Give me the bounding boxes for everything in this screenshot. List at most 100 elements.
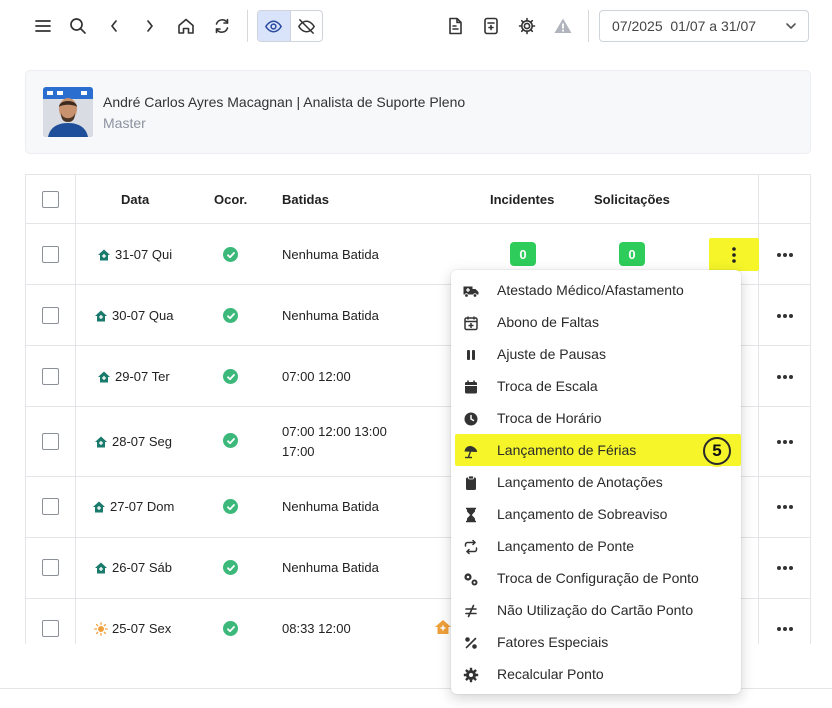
row-date: 31-07 Qui [97,247,172,262]
home-icon [98,249,110,260]
toolbar: 07/2025 01/07 a 31/07 [0,0,832,54]
status-ok-icon [223,247,238,262]
row-checkbox[interactable] [42,559,59,576]
menu-item-atestado[interactable]: Atestado Médico/Afastamento [451,274,741,306]
select-all-checkbox[interactable] [42,191,59,208]
home-icon [93,501,105,512]
home-plus-icon[interactable] [434,619,452,635]
home-icon [98,371,110,382]
percent-icon [463,635,479,651]
gear-icon [463,667,479,683]
header-ocor[interactable]: Ocor. [214,192,247,207]
search-icon[interactable] [64,12,92,40]
menu-item-fatores[interactable]: Fatores Especiais [451,626,741,658]
more-options-icon[interactable] [777,313,793,319]
row-checkbox[interactable] [42,433,59,450]
row-batidas: Nenhuma Batida [282,247,379,262]
header-solicitacoes[interactable]: Solicitações [594,192,670,207]
status-ok-icon [223,499,238,514]
repeat-icon [463,539,479,555]
menu-item-horario[interactable]: Troca de Horário [451,402,741,434]
chevron-right-icon[interactable] [136,12,164,40]
more-options-icon[interactable] [777,439,793,445]
home-icon [95,436,107,447]
status-ok-icon [223,433,238,448]
menu-item-ponte[interactable]: Lançamento de Ponte [451,530,741,562]
ambulance-icon [463,283,479,299]
more-options-icon[interactable] [777,374,793,380]
row-actions-menu: Atestado Médico/Afastamento Abono de Fal… [451,270,741,694]
row-checkbox[interactable] [42,307,59,324]
chevron-left-icon[interactable] [100,12,128,40]
solicitacoes-badge[interactable]: 0 [619,242,645,266]
menu-item-ferias[interactable]: Lançamento de Férias 5 [455,434,741,466]
row-date: 30-07 Qua [94,308,173,323]
status-ok-icon [223,621,238,636]
header-batidas[interactable]: Batidas [282,192,329,207]
period-label: 07/2025 01/07 a 31/07 [612,18,757,34]
row-checkbox[interactable] [42,368,59,385]
user-role: Master [103,115,146,131]
row-batidas: 07:00 12:00 [282,369,351,384]
chevron-down-icon [786,23,796,29]
not-equal-icon [463,603,479,619]
row-date: 27-07 Dom [92,499,174,514]
period-select[interactable]: 07/2025 01/07 a 31/07 [599,10,809,42]
menu-item-escala[interactable]: Troca de Escala [451,370,741,402]
gears-icon [463,571,479,587]
header-incidentes[interactable]: Incidentes [490,192,554,207]
menu-item-nao-utilizacao[interactable]: Não Utilização do Cartão Ponto [451,594,741,626]
more-options-icon[interactable] [777,504,793,510]
calculator-icon[interactable] [477,12,505,40]
row-actions-button[interactable] [709,238,759,271]
row-batidas: Nenhuma Batida [282,499,379,514]
calendar-icon [463,379,479,395]
user-name: André Carlos Ayres Macagnan | Analista d… [103,94,466,110]
settings-icon[interactable] [513,12,541,40]
pause-icon [463,347,479,363]
row-checkbox[interactable] [42,246,59,263]
status-ok-icon [223,308,238,323]
menu-item-abono[interactable]: Abono de Faltas [451,306,741,338]
more-options-icon[interactable] [777,565,793,571]
umbrella-beach-icon [463,443,479,459]
menu-item-sobreaviso[interactable]: Lançamento de Sobreaviso [451,498,741,530]
row-batidas: Nenhuma Batida [282,560,379,575]
step-badge: 5 [703,437,731,465]
home-icon[interactable] [172,12,200,40]
more-options-icon[interactable] [777,626,793,632]
menu-icon[interactable] [29,12,57,40]
row-date: 25-07 Sex [94,621,171,636]
row-checkbox[interactable] [42,620,59,637]
visibility-toggle [257,10,323,42]
user-card: André Carlos Ayres Macagnan | Analista d… [25,70,811,154]
incidentes-badge[interactable]: 0 [510,242,536,266]
eye-slash-icon[interactable] [289,11,322,41]
eye-icon[interactable] [258,11,290,41]
row-date: 26-07 Sáb [94,560,172,575]
row-date: 28-07 Seg [94,434,172,449]
document-chart-icon[interactable] [441,12,469,40]
menu-item-configuracao[interactable]: Troca de Configuração de Ponto [451,562,741,594]
more-options-icon[interactable] [777,252,793,258]
vertical-dots-icon [732,246,736,263]
status-ok-icon [223,560,238,575]
row-batidas: 08:33 12:00 [282,621,351,636]
clipboard-icon [463,475,479,491]
row-batidas: 07:00 12:00 13:00 17:00 [282,424,387,459]
row-date: 29-07 Ter [97,369,170,384]
clock-icon [463,411,479,427]
avatar [43,87,93,137]
status-ok-icon [223,369,238,384]
row-batidas: Nenhuma Batida [282,308,379,323]
menu-item-anotacoes[interactable]: Lançamento de Anotações [451,466,741,498]
home-icon [95,310,107,321]
refresh-icon[interactable] [208,12,236,40]
calendar-plus-icon [463,315,479,331]
header-data[interactable]: Data [121,192,149,207]
home-icon [95,562,107,573]
row-checkbox[interactable] [42,498,59,515]
menu-item-recalcular[interactable]: Recalcular Ponto [451,658,741,690]
menu-item-pausas[interactable]: Ajuste de Pausas [451,338,741,370]
warning-icon[interactable] [549,12,577,40]
